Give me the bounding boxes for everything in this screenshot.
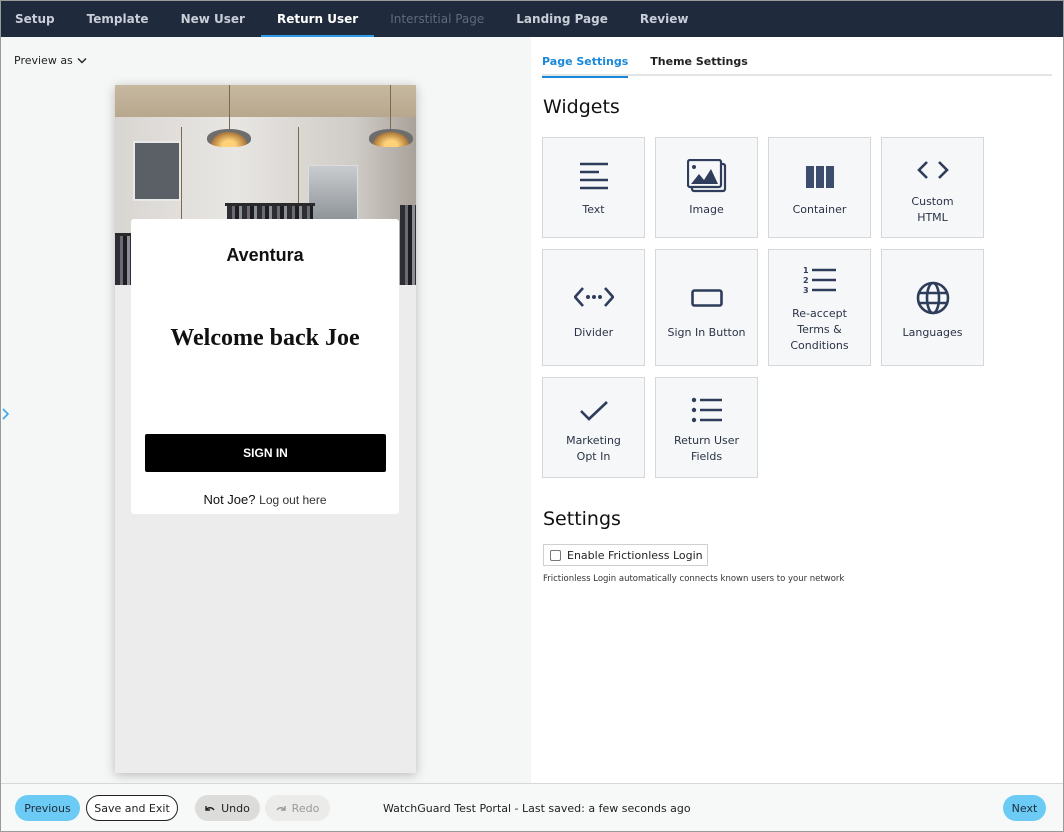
next-button[interactable]: Next xyxy=(1003,795,1046,821)
welcome-heading: Welcome back Joe xyxy=(170,325,360,351)
tab-review[interactable]: Review xyxy=(624,1,705,36)
save-status: WatchGuard Test Portal - Last saved: a f… xyxy=(383,802,691,815)
brand-name: Aventura xyxy=(226,245,304,265)
redo-icon xyxy=(276,805,286,811)
text-align-left-icon xyxy=(579,162,608,190)
redo-button[interactable]: Redo xyxy=(265,795,330,821)
settings-panel: Page Settings Theme Settings Widgets Tex… xyxy=(531,37,1063,783)
widget-label: Languages xyxy=(902,326,963,339)
preview-as-label: Preview as xyxy=(14,54,73,67)
numbered-list-icon: 123 xyxy=(803,266,836,294)
checkbox-box[interactable] xyxy=(550,549,561,561)
preview-as-dropdown[interactable]: Preview as xyxy=(14,54,87,67)
tab-landing-page[interactable]: Landing Page xyxy=(500,1,624,36)
frictionless-help-text: Frictionless Login automatically connect… xyxy=(543,574,845,584)
chevron-right-icon[interactable] xyxy=(2,407,10,421)
widget-container[interactable]: Container xyxy=(768,137,871,238)
tab-page-settings[interactable]: Page Settings xyxy=(542,49,629,78)
widgets-heading: Widgets xyxy=(543,96,620,118)
checkbox-label: Enable Frictionless Login xyxy=(567,548,703,562)
widget-reaccept-terms[interactable]: 123 Re-accept Terms & Conditions xyxy=(768,249,871,366)
not-user-text: Not Joe? xyxy=(203,492,256,507)
svg-text:1: 1 xyxy=(803,266,809,275)
widget-label: Divider xyxy=(573,326,614,339)
wizard-steps-nav: Setup Template New User Return User Inte… xyxy=(1,1,1063,37)
redo-label: Redo xyxy=(291,801,320,815)
tab-interstitial-page: Interstitial Page xyxy=(390,11,485,26)
columns-icon xyxy=(805,166,834,188)
widget-label: Sign In Button xyxy=(667,326,746,339)
widget-sign-in-button[interactable]: Sign In Button xyxy=(655,249,758,366)
not-user-line: Not Joe? Log out here xyxy=(131,492,399,507)
undo-icon xyxy=(205,805,215,811)
widget-return-user-fields[interactable]: Return User Fields xyxy=(655,377,758,478)
footer-bar: Previous Save and Exit Undo Redo WatchGu… xyxy=(1,783,1063,831)
widget-divider[interactable]: Divider xyxy=(542,249,645,366)
widget-label: Container xyxy=(792,203,847,216)
widget-marketing-opt-in[interactable]: Marketing Opt In xyxy=(542,377,645,478)
frictionless-login-checkbox[interactable]: Enable Frictionless Login xyxy=(543,544,708,566)
undo-label: Undo xyxy=(221,801,250,815)
globe-icon xyxy=(916,281,949,315)
divider-icon xyxy=(573,287,614,307)
svg-text:3: 3 xyxy=(803,286,809,294)
svg-text:2: 2 xyxy=(803,276,809,285)
login-card: Aventura Welcome back Joe SIGN IN Not Jo… xyxy=(131,219,399,514)
widget-label: Re-accept Terms & Conditions xyxy=(790,307,849,352)
widget-label: Text xyxy=(582,203,605,216)
widget-label: Image xyxy=(689,203,724,216)
preview-area: Preview as Aventura Welcome back Joe SIG… xyxy=(1,37,531,783)
checkmark-icon xyxy=(579,401,608,421)
widget-custom-html[interactable]: Custom HTML xyxy=(881,137,984,238)
phone-preview: Aventura Welcome back Joe SIGN IN Not Jo… xyxy=(115,85,416,773)
tab-new-user[interactable]: New User xyxy=(165,1,261,36)
save-and-exit-button[interactable]: Save and Exit xyxy=(86,795,178,821)
undo-button[interactable]: Undo xyxy=(195,795,260,821)
widget-label: Custom HTML xyxy=(911,195,954,224)
sign-in-button[interactable]: SIGN IN xyxy=(145,434,386,472)
log-out-link[interactable]: Log out here xyxy=(259,493,326,507)
code-icon xyxy=(916,161,949,179)
chevron-down-icon xyxy=(77,57,87,63)
button-icon xyxy=(690,289,723,307)
widget-languages[interactable]: Languages xyxy=(881,249,984,366)
settings-heading: Settings xyxy=(543,508,621,530)
image-icon xyxy=(686,159,726,193)
bulleted-list-icon xyxy=(691,397,722,423)
widget-label: Return User Fields xyxy=(673,434,740,463)
previous-button[interactable]: Previous xyxy=(15,795,80,821)
widget-text[interactable]: Text xyxy=(542,137,645,238)
tab-template[interactable]: Template xyxy=(71,1,165,36)
tab-theme-settings[interactable]: Theme Settings xyxy=(650,49,747,76)
tab-return-user[interactable]: Return User xyxy=(260,1,375,37)
widget-image[interactable]: Image xyxy=(655,137,758,238)
settings-tabs: Page Settings Theme Settings xyxy=(542,49,1052,78)
widget-label: Marketing Opt In xyxy=(566,434,621,463)
tab-setup[interactable]: Setup xyxy=(3,1,71,36)
